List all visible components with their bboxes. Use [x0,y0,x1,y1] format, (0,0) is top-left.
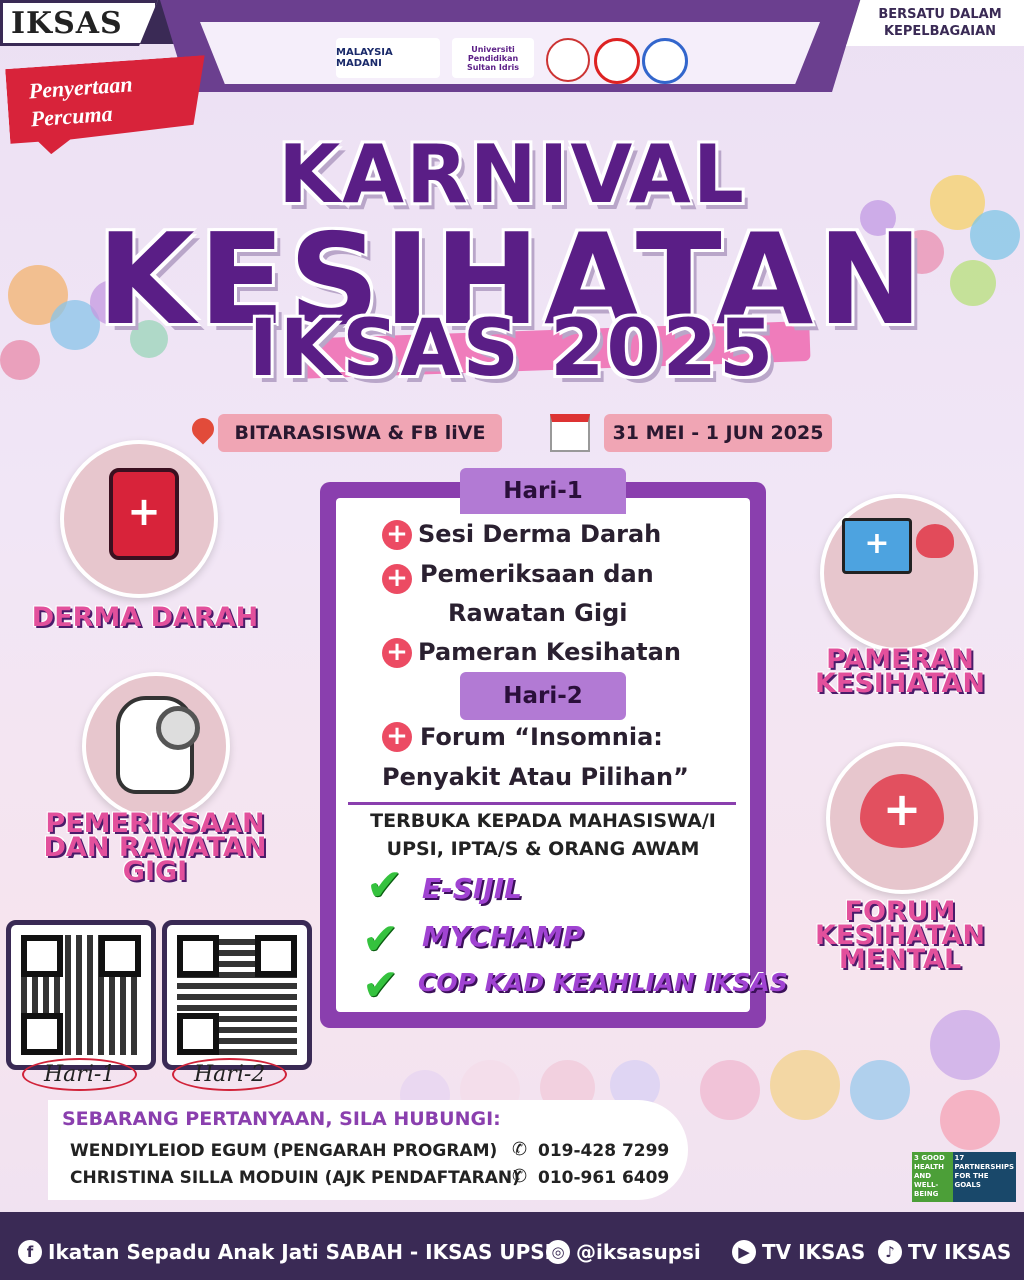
blood-bag-icon: + [109,468,179,560]
open-to-line-1: TERBUKA KEPADA MAHASISWA/I [370,810,716,832]
location-pill: BITARASISWA & FB liVE [218,414,502,452]
checkmark-icon: ✔ [362,960,399,1011]
sdg-goal-17: 17 PARTNERSHIPS FOR THE GOALS [952,1152,1016,1202]
location-pin-icon [187,413,219,445]
facebook-icon: f [18,1240,42,1264]
sdg-badge: 3 GOOD HEALTH AND WELL-BEING 17 PARTNERS… [912,1152,1016,1202]
logo-upsi-text: Universiti Pendidikan Sultan Idris [466,44,520,72]
plus-icon: + [382,564,412,594]
day-1-tab: Hari-1 [460,468,626,514]
open-to-line-2: UPSI, IPTA/S & ORANG AWAM [386,838,700,860]
mental-health-feature: + [826,742,978,894]
tiktok-text: TV IKSAS [908,1240,1012,1264]
qr-code-day-2[interactable] [162,920,312,1070]
qr-code-day-1[interactable] [6,920,156,1070]
youtube-icon: ▶ [732,1240,756,1264]
instagram-link[interactable]: ◎ @iksasupsi [546,1240,701,1264]
date-text: 31 MEI - 1 JUN 2025 [612,422,824,444]
day2-item-1a: Forum “Insomnia: [420,723,663,751]
checkmark-icon: ✔ [362,914,399,965]
qr-finder [21,935,63,977]
perk-cop-kad: COP KAD KEAHLIAN IKSAS [418,968,788,997]
instagram-icon: ◎ [546,1240,570,1264]
plus-icon: + [382,638,412,668]
health-exhibition-feature: + [820,494,978,652]
contact-1-name: WENDIYLEIOD EGUM (PENGARAH PROGRAM) [70,1141,498,1161]
contact-2-name: CHRISTINA SILLA MODUIN (AJK PENDAFTARAN) [70,1168,520,1188]
facebook-text: Ikatan Sepadu Anak Jati SABAH - IKSAS UP… [48,1240,553,1264]
youtube-text: TV IKSAS [762,1240,866,1264]
heart-hands-icon: + [860,774,944,848]
sdg-goal-17-number: 17 [954,1154,965,1162]
facebook-link[interactable]: f Ikatan Sepadu Anak Jati SABAH - IKSAS … [18,1240,552,1264]
feature-label-derma-darah: DERMA DARAH [31,602,259,633]
feature-label-line-3: GIGI [122,856,188,887]
contact-title: SEBARANG PERTANYAAN, SILA HUBUNGI: [62,1108,501,1130]
feature-label-line-2: KESIHATAN [814,668,986,699]
perk-mychamp: MYCHAMP [422,920,584,953]
feature-label-pemeriksaan: PEMERIKSAAN DAN RAWATAN GIGI [40,810,270,887]
plus-icon: + [382,520,412,550]
motto-badge: BERSATU DALAM KEPELBAGAIAN [846,0,1024,46]
phone-icon: ✆ [512,1166,528,1187]
title-line-3: IKSAS 2025 [248,304,776,394]
day1-item-2b: Rawatan Gigi [448,599,628,627]
qr-finder [177,935,219,977]
magnifier-icon [156,706,200,750]
tooth-feature [82,672,230,820]
logo-3 [546,38,590,82]
qr-label-day-1: Hari-1 [22,1058,138,1091]
day1-item-1: Sesi Derma Darah [418,520,662,548]
plus-icon: + [382,722,412,752]
instagram-text: @iksasupsi [576,1240,701,1264]
feature-label-forum: FORUM KESIHATAN MENTAL [790,898,1010,975]
qr-finder [99,935,141,977]
contact-1-phone[interactable]: 019-428 7299 [538,1141,669,1161]
blood-bag-feature: + [60,440,218,598]
heart-pulse-icon [916,524,954,558]
calendar-icon [550,414,590,452]
logo-malaysia-madani-text: MALAYSIA MADANI [336,47,393,69]
card-divider [348,802,736,805]
motto-line-1: BERSATU DALAM [878,7,1002,22]
sdg-goal-3: 3 GOOD HEALTH AND WELL-BEING [912,1152,953,1202]
tiktok-link[interactable]: ♪ TV IKSAS [878,1240,1011,1264]
qr-finder [255,935,297,977]
sdg-goal-3-text: GOOD HEALTH AND WELL-BEING [914,1154,945,1198]
contact-2-phone[interactable]: 010-961 6409 [538,1168,669,1188]
perk-e-sijil: E-SIJIL [422,872,523,905]
sdg-goal-3-number: 3 [914,1154,919,1162]
qr-label-day-2: Hari-2 [172,1058,288,1091]
day1-item-2a: Pemeriksaan dan [420,560,654,588]
house-medical-icon: + [842,518,912,574]
logo-upsi: Universiti Pendidikan Sultan Idris [452,38,534,78]
brand-logo: IKSAS [0,0,158,46]
day2-item-1b: Penyakit Atau Pilihan” [382,763,689,791]
qr-finder [21,1013,63,1055]
tiktok-icon: ♪ [878,1240,902,1264]
phone-icon: ✆ [512,1139,528,1160]
qr-finder [177,1013,219,1055]
youtube-link[interactable]: ▶ TV IKSAS [732,1240,865,1264]
day1-item-3: Pameran Kesihatan [418,638,681,666]
logo-malaysia-madani: MALAYSIA MADANI [336,38,440,78]
date-pill: 31 MEI - 1 JUN 2025 [604,414,832,452]
feature-label-pameran: PAMERAN KESIHATAN [790,646,1010,699]
logo-4 [594,38,640,84]
location-text: BITARASISWA & FB liVE [234,422,486,444]
checkmark-icon: ✔ [366,860,403,911]
day-2-tab: Hari-2 [460,672,626,720]
feature-label-line-3: MENTAL [838,944,962,975]
sdg-goal-17-text: PARTNERSHIPS FOR THE GOALS [954,1163,1014,1189]
logo-5 [642,38,688,84]
motto-line-2: KEPELBAGAIAN [883,24,997,39]
